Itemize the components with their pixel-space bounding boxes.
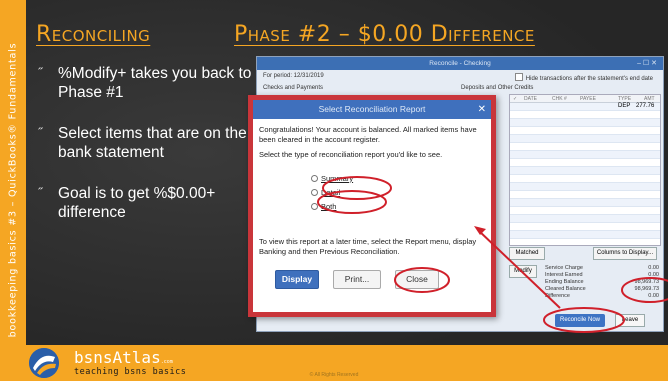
summary-line: Ending Balance 98,969.73 xyxy=(545,279,659,286)
bullet-mark: ˝ xyxy=(38,65,43,80)
column-header[interactable]: PAYEE xyxy=(580,96,596,102)
bullet-item: ˝ Select items that are on the bank stat… xyxy=(38,124,253,162)
checks-payments-label: Checks and Payments xyxy=(263,85,324,91)
radio-detail[interactable]: Detail xyxy=(311,188,340,198)
columns-to-display-button[interactable]: Columns to Display... xyxy=(593,247,657,260)
qb-period-label: For period: 12/31/2019 xyxy=(263,73,324,79)
brand-name: bsnsAtlas.com xyxy=(74,348,173,367)
row-amount: 277.76 xyxy=(636,103,655,109)
table-row[interactable] xyxy=(510,207,660,215)
dialog-footnote: To view this report at a later time, sel… xyxy=(259,237,477,256)
title-phase: Phase #2 – $0.00 Difference xyxy=(234,22,535,47)
close-icon[interactable]: ✕ xyxy=(478,100,486,119)
column-header[interactable]: CHK # xyxy=(552,96,567,102)
table-row[interactable] xyxy=(510,231,660,239)
table-row[interactable] xyxy=(510,119,660,127)
row-type: DEP xyxy=(618,103,631,109)
summary-label: Interest Earned xyxy=(545,272,583,278)
brand-name-text: bsnsAtlas xyxy=(74,348,161,367)
bullet-text: Select items that are on the bank statem… xyxy=(58,125,247,161)
table-header: ✓ DATE CHK # PAYEE TYPE AMT xyxy=(510,95,660,103)
bullet-text: %Modify+ takes you back to Phase #1 xyxy=(58,65,252,101)
select-reconciliation-report-dialog: Select Reconciliation Report ✕ Congratul… xyxy=(248,95,496,317)
reconcile-summary: Service Charge 0.00 Interest Earned 0.00… xyxy=(545,265,659,300)
radio-summary[interactable]: Summary xyxy=(311,174,353,184)
dialog-title: Select Reconciliation Report xyxy=(318,104,426,114)
dialog-prompt: Select the type of reconciliation report… xyxy=(259,150,443,159)
dialog-body: Congratulations! Your account is balance… xyxy=(253,119,491,218)
column-header[interactable]: ✓ xyxy=(513,96,517,102)
bullet-mark: ˝ xyxy=(38,125,43,140)
dialog-message: Congratulations! Your account is balance… xyxy=(259,125,477,144)
print-button[interactable]: Print... xyxy=(333,270,381,289)
summary-value: 98,969.73 xyxy=(634,279,659,285)
table-row[interactable] xyxy=(510,223,660,231)
bullet-item: ˝ %Modify+ takes you back to Phase #1 xyxy=(38,64,253,102)
display-button[interactable]: Display xyxy=(275,270,319,289)
summary-line: Cleared Balance 98,969.73 xyxy=(545,286,659,293)
reconcile-now-button[interactable]: Reconcile Now xyxy=(555,314,605,327)
modify-button[interactable]: Modify xyxy=(509,265,537,278)
column-header[interactable]: DATE xyxy=(524,96,537,102)
bullet-list: ˝ %Modify+ takes you back to Phase #1 ˝ … xyxy=(38,64,253,244)
bullet-item: ˝ Goal is to get %$0.00+ difference xyxy=(38,184,253,222)
radio-circle-icon[interactable] xyxy=(311,174,318,182)
table-row[interactable] xyxy=(510,111,660,119)
summary-label: Difference xyxy=(545,293,570,299)
brand-suffix: .com xyxy=(160,359,173,365)
summary-value: 0.00 xyxy=(648,272,659,278)
radio-circle-icon[interactable] xyxy=(311,188,318,196)
bullet-mark: ˝ xyxy=(38,185,43,200)
summary-line: Interest Earned 0.00 xyxy=(545,272,659,279)
bullet-text: Goal is to get %$0.00+ difference xyxy=(58,185,216,221)
summary-label: Service Charge xyxy=(545,265,583,271)
summary-label: Ending Balance xyxy=(545,279,584,285)
table-row[interactable] xyxy=(510,167,660,175)
summary-value: 0.00 xyxy=(648,293,659,299)
hide-transactions-checkbox[interactable]: Hide transactions after the statement's … xyxy=(515,73,653,82)
column-header[interactable]: AMT xyxy=(644,96,655,102)
qb-window-title: Reconcile - Checking xyxy=(429,60,491,67)
column-header[interactable]: TYPE xyxy=(618,96,631,102)
footer-bar: bsnsAtlas.com teaching bsns basics © All… xyxy=(0,345,668,381)
deposits-credits-label: Deposits and Other Credits xyxy=(461,85,534,91)
table-row[interactable] xyxy=(510,215,660,223)
table-row[interactable]: DEP 277.76 xyxy=(510,103,660,111)
window-controls-icon[interactable]: – ☐ ✕ xyxy=(637,57,657,70)
summary-value: 0.00 xyxy=(648,265,659,271)
table-row[interactable] xyxy=(510,159,660,167)
title-topic: Reconciling xyxy=(36,22,151,47)
table-row[interactable] xyxy=(510,151,660,159)
dialog-titlebar: Select Reconciliation Report ✕ xyxy=(253,100,491,119)
radio-label: Detail xyxy=(321,187,341,197)
table-row[interactable] xyxy=(510,191,660,199)
summary-value: 98,969.73 xyxy=(634,286,659,292)
sidebar-stripe: bookkeeping basics #3 – QuickBooks® Fund… xyxy=(0,0,26,381)
matched-button[interactable]: Matched xyxy=(509,247,545,260)
deposits-table: ✓ DATE CHK # PAYEE TYPE AMT DEP 277.76 xyxy=(509,94,661,246)
table-row[interactable] xyxy=(510,127,660,135)
table-row[interactable] xyxy=(510,135,660,143)
summary-line: Difference 0.00 xyxy=(545,293,659,300)
radio-both[interactable]: Both xyxy=(311,202,336,212)
table-row[interactable] xyxy=(510,183,660,191)
leave-button[interactable]: Leave xyxy=(615,314,645,327)
radio-label: Both xyxy=(321,201,337,211)
table-row[interactable] xyxy=(510,175,660,183)
sidebar-course-label: bookkeeping basics #3 – QuickBooks® Fund… xyxy=(7,42,19,338)
table-row[interactable] xyxy=(510,199,660,207)
summary-label: Cleared Balance xyxy=(545,286,586,292)
copyright-notice: © All Rights Reserved xyxy=(309,372,359,378)
report-type-radio-group: Summary Detail Both xyxy=(311,174,485,218)
radio-label: Summary xyxy=(321,173,354,183)
close-button[interactable]: Close xyxy=(395,270,439,289)
summary-line: Service Charge 0.00 xyxy=(545,265,659,272)
qb-window-titlebar: Reconcile - Checking – ☐ ✕ xyxy=(257,57,663,70)
radio-circle-icon[interactable] xyxy=(311,202,318,210)
table-row[interactable] xyxy=(510,143,660,151)
